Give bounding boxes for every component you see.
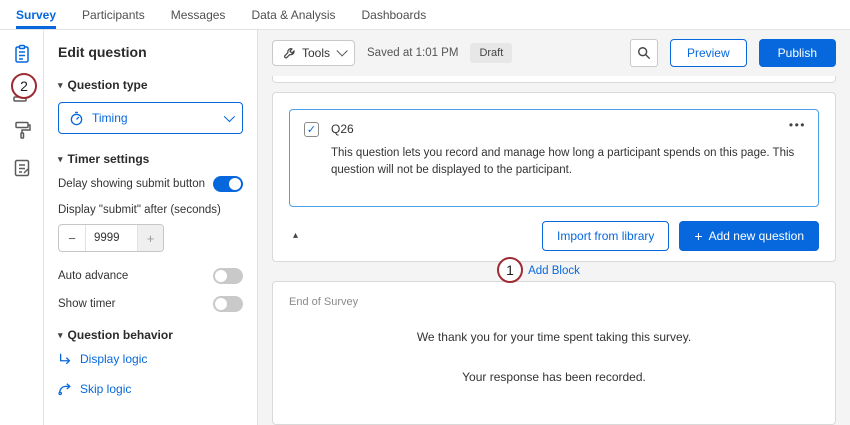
saved-status: Saved at 1:01 PM bbox=[367, 47, 458, 59]
display-logic-link[interactable]: Display logic bbox=[58, 352, 243, 366]
auto-advance-toggle[interactable] bbox=[213, 268, 243, 284]
edit-question-panel: Edit question ▾ Question type Timing ▾ T… bbox=[44, 30, 258, 425]
stepper-value[interactable]: 9999 bbox=[85, 225, 137, 251]
top-navigation: Survey Participants Messages Data & Anal… bbox=[0, 0, 850, 30]
end-of-survey-message-2: Your response has been recorded. bbox=[289, 370, 819, 384]
end-of-survey-card[interactable]: End of Survey We thank you for your time… bbox=[272, 281, 836, 425]
question-type-selected: Timing bbox=[92, 111, 216, 125]
question-id: Q26 bbox=[331, 122, 354, 136]
question-card-q26[interactable]: ✓ Q26 This question lets you record and … bbox=[289, 109, 819, 207]
publish-button[interactable]: Publish bbox=[759, 39, 836, 67]
editor-toolbar: Tools Saved at 1:01 PM Draft Preview Pub… bbox=[258, 30, 850, 76]
add-block-link[interactable]: Add Block bbox=[528, 265, 580, 277]
timer-settings-heading: Timer settings bbox=[68, 152, 150, 166]
chevron-down-icon bbox=[336, 45, 347, 56]
question-behavior-heading: Question behavior bbox=[68, 328, 173, 342]
show-timer-toggle[interactable] bbox=[213, 296, 243, 312]
survey-builder-icon[interactable] bbox=[12, 44, 32, 64]
tools-label: Tools bbox=[302, 46, 330, 60]
wrench-icon bbox=[283, 47, 296, 60]
seconds-stepper: − 9999 + bbox=[58, 224, 164, 252]
question-menu-button[interactable]: ••• bbox=[789, 118, 806, 132]
nav-tab-messages[interactable]: Messages bbox=[171, 0, 226, 29]
show-timer-label: Show timer bbox=[58, 298, 116, 310]
caret-down-icon: ▾ bbox=[58, 80, 63, 91]
add-block-row: Add Block bbox=[272, 262, 836, 281]
delay-submit-label: Delay showing submit button bbox=[58, 178, 205, 190]
nav-tab-participants[interactable]: Participants bbox=[82, 0, 145, 29]
nav-tab-dashboards[interactable]: Dashboards bbox=[361, 0, 426, 29]
stepper-minus-button[interactable]: − bbox=[59, 225, 85, 251]
collapse-block-button[interactable]: ▴ bbox=[293, 230, 298, 241]
annotation-step-1: 1 bbox=[497, 257, 523, 283]
skip-logic-link[interactable]: Skip logic bbox=[58, 382, 243, 396]
chevron-down-icon bbox=[224, 111, 235, 122]
timer-icon bbox=[69, 111, 84, 126]
draft-badge: Draft bbox=[470, 43, 512, 63]
skip-logic-icon bbox=[58, 382, 72, 396]
tools-button[interactable]: Tools bbox=[272, 40, 355, 66]
delay-submit-toggle[interactable] bbox=[213, 176, 243, 192]
question-type-heading: Question type bbox=[68, 78, 148, 92]
add-new-question-label: Add new question bbox=[709, 229, 804, 243]
caret-down-icon: ▾ bbox=[58, 154, 63, 165]
display-logic-icon bbox=[58, 352, 72, 366]
skip-logic-label: Skip logic bbox=[80, 382, 131, 396]
add-new-question-button[interactable]: + Add new question bbox=[679, 221, 819, 251]
survey-options-icon[interactable] bbox=[12, 158, 32, 178]
check-icon: ✓ bbox=[307, 123, 316, 136]
panel-title: Edit question bbox=[58, 44, 243, 60]
look-and-feel-icon[interactable] bbox=[12, 120, 32, 140]
block-footer: ▴ Import from library + Add new question bbox=[289, 221, 819, 251]
question-checkbox[interactable]: ✓ bbox=[304, 122, 319, 137]
caret-down-icon: ▾ bbox=[58, 330, 63, 341]
search-icon bbox=[637, 46, 651, 60]
question-type-dropdown[interactable]: Timing bbox=[58, 102, 243, 134]
end-of-survey-message-1: We thank you for your time spent taking … bbox=[289, 330, 819, 344]
stepper-plus-button[interactable]: + bbox=[137, 225, 163, 251]
survey-editor-main: Tools Saved at 1:01 PM Draft Preview Pub… bbox=[258, 30, 850, 425]
import-from-library-button[interactable]: Import from library bbox=[542, 221, 669, 251]
question-behavior-section-header[interactable]: ▾ Question behavior bbox=[58, 328, 243, 342]
previous-block-partial bbox=[272, 76, 836, 83]
nav-tab-data-analysis[interactable]: Data & Analysis bbox=[251, 0, 335, 29]
question-description: This question lets you record and manage… bbox=[331, 145, 804, 180]
auto-advance-label: Auto advance bbox=[58, 270, 128, 282]
display-after-label: Display "submit" after (seconds) bbox=[58, 204, 243, 216]
plus-icon: + bbox=[694, 229, 702, 243]
survey-canvas: ✓ Q26 This question lets you record and … bbox=[258, 76, 850, 425]
nav-tab-survey[interactable]: Survey bbox=[16, 0, 56, 29]
search-button[interactable] bbox=[630, 39, 658, 67]
annotation-step-2: 2 bbox=[11, 73, 37, 99]
display-logic-label: Display logic bbox=[80, 352, 147, 366]
end-of-survey-title: End of Survey bbox=[289, 296, 819, 308]
preview-button[interactable]: Preview bbox=[670, 39, 747, 67]
question-type-section-header[interactable]: ▾ Question type bbox=[58, 78, 243, 92]
timer-settings-section-header[interactable]: ▾ Timer settings bbox=[58, 152, 243, 166]
question-block: ✓ Q26 This question lets you record and … bbox=[272, 92, 836, 262]
